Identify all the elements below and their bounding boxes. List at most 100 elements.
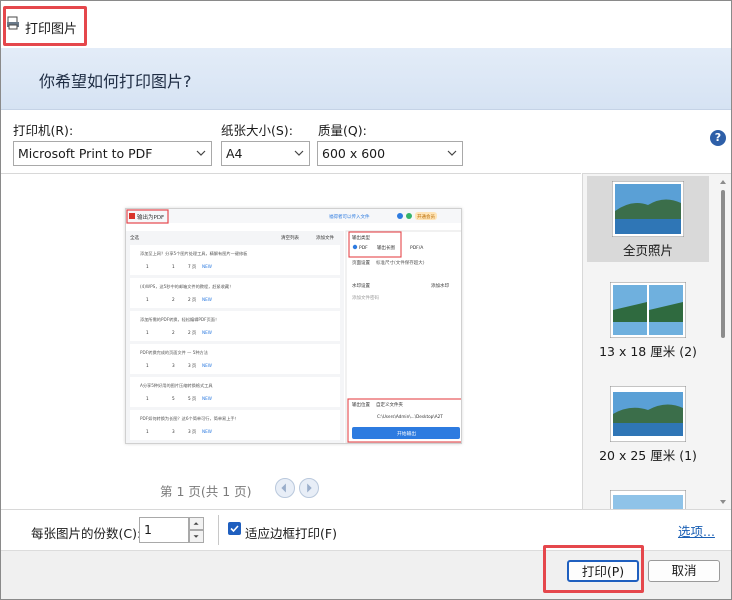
thumb-list-row-p1: 1 [146, 363, 149, 368]
layout-item-13x18[interactable]: 13 x 18 厘米 (2) [587, 281, 709, 368]
thumb-list-row-p1: 1 [146, 396, 149, 401]
prev-page-button[interactable] [275, 478, 295, 498]
scroll-up-icon[interactable] [719, 178, 727, 186]
paper-size-label: 纸张大小(S): [221, 123, 293, 138]
thumb-list-row [130, 344, 340, 374]
thumb-list-row-text: A分享5种好用的图片压缩转换格式工具 [140, 382, 213, 389]
thumb-list-row-p2: 3 [172, 363, 175, 368]
thumb-output-type-label: 输出类型 [352, 234, 370, 241]
thumb-list-row-text: (4)WPS，这5秒中的邮箱文件的教程，赶紧收藏！ [140, 283, 233, 290]
next-page-button[interactable] [299, 478, 319, 498]
paper-size-value: A4 [226, 146, 243, 161]
thumb-list-row-tag: NEW [202, 396, 212, 401]
page-title: 你希望如何打印图片? [39, 72, 192, 91]
layout-label-20x25: 20 x 25 厘米 (1) [599, 448, 697, 463]
thumb-encrypt-label: 添加文件密码 [352, 294, 379, 301]
thumb-list-row [130, 311, 340, 341]
fit-frame-checkbox[interactable] [228, 522, 241, 535]
chevron-down-icon [294, 150, 304, 156]
thumb-list-row-tag: NEW [202, 264, 212, 269]
thumb-watermark-value: 添加水印 [431, 282, 449, 289]
thumb-list-row-p1: 1 [146, 429, 149, 434]
title-highlight-box [3, 6, 87, 46]
layout-item-more[interactable] [587, 489, 709, 509]
sidebar-scrollbar[interactable] [721, 190, 725, 338]
thumb-output-dir-value: 自定义文件夹 [376, 401, 403, 408]
thumb-start-button: 开始输出 [397, 430, 416, 437]
thumb-list-row-p2: 2 [172, 297, 175, 302]
paper-size-select[interactable]: A4 [221, 141, 310, 166]
help-icon[interactable]: ? [710, 130, 726, 146]
cancel-button[interactable]: 取消 [648, 560, 720, 582]
copies-increment[interactable] [189, 517, 204, 530]
thumb-watermark-label: 水印设置 [352, 282, 370, 289]
thumb-list-row-p1: 1 [146, 297, 149, 302]
thumb-list-row-p2: 1 [172, 264, 175, 269]
copies-input[interactable]: 1 [139, 517, 189, 543]
quality-select[interactable]: 600 x 600 [317, 141, 463, 166]
thumb-list-row-p1: 1 [146, 330, 149, 335]
thumb-list-row-tag: NEW [202, 429, 212, 434]
spin-up-icon [193, 522, 199, 525]
arrow-right-icon [307, 483, 312, 493]
chevron-down-icon [196, 150, 206, 156]
thumb-app-title: 输出为PDF [137, 213, 164, 221]
title-bar: 打印图片 [0, 0, 732, 48]
thumb-top-badge: 开通会员 [417, 213, 435, 220]
thumb-list-row-tag: NEW [202, 297, 212, 302]
thumb-list-row-p2: 3 [172, 429, 175, 434]
printer-value: Microsoft Print to PDF [18, 146, 153, 161]
thumb-radio-pdf: PDF [359, 245, 368, 251]
print-highlight-box [543, 545, 644, 593]
thumb-radio-pdfa: PDF/A [410, 245, 424, 251]
copies-label: 每张图片的份数(C): [31, 526, 142, 541]
thumb-list-row-tag: NEW [202, 330, 212, 335]
layout-item-full-page[interactable]: 全页照片 [587, 176, 709, 262]
fit-frame-label[interactable]: 适应边框打印(F) [245, 523, 337, 542]
thumb-output-path: C:\Users\Admin\...\Desktop\A2T [377, 414, 443, 419]
thumb-list-row-text: 添加所需的PDF转换，轻松编辑PDF页面！ [140, 316, 219, 323]
thumb-list-row-p2: 5 [172, 396, 175, 401]
thumb-clear-list: 清空列表 [281, 234, 299, 241]
thumb-page-setting-label: 页面设置 [352, 259, 370, 266]
checkmark-icon [230, 525, 239, 533]
thumb-list-row [130, 377, 340, 407]
thumb-top-link: 福得者可以传入文件 [329, 213, 370, 220]
thumb-list-row-p2: 2 [172, 330, 175, 335]
thumb-list-row-p1: 1 [146, 264, 149, 269]
preview-screenshot: 输出为PDF 福得者可以传入文件 开通会员 全选 清空列表 添加文件 添加至上网… [126, 209, 461, 443]
spin-down-icon [193, 535, 199, 538]
thumb-add-file: 添加文件 [316, 234, 334, 241]
thumb-page-setting-value: 标准尺寸(文件保存超大) [376, 259, 425, 266]
quality-label: 质量(Q): [318, 123, 367, 138]
layout-label-13x18: 13 x 18 厘米 (2) [599, 344, 697, 359]
pager-text: 第 1 页(共 1 页) [160, 484, 252, 499]
thumb-radio-image: 输出长图 [377, 244, 395, 251]
landscape-photo-icon [611, 180, 685, 238]
layout-item-20x25[interactable]: 20 x 25 厘米 (1) [587, 385, 709, 472]
bottom-divider [218, 515, 219, 545]
thumb-list-row [130, 410, 340, 440]
thumb-list-row-text: PDF如何转换为长图？这6个简单可行，简单易上手！ [140, 415, 239, 422]
thumb-list-row [130, 245, 340, 275]
thumb-list-row-tag: NEW [202, 363, 212, 368]
thumb-list-row [130, 278, 340, 308]
arrow-left-icon [281, 483, 286, 493]
chevron-down-icon [447, 150, 457, 156]
layout-label-full-page: 全页照片 [622, 243, 673, 258]
page-preview: 输出为PDF 福得者可以传入文件 开通会员 全选 清空列表 添加文件 添加至上网… [125, 208, 462, 444]
thumb-output-dir-label: 输出位置 [352, 401, 370, 408]
two-photos-icon [609, 281, 687, 339]
copies-decrement[interactable] [189, 530, 204, 543]
thumb-all-label: 全选 [130, 234, 139, 241]
layout-sidebar: 全页照片 13 x 18 厘米 (2) 20 x 25 厘米 (1) [582, 173, 731, 509]
header-band: 你希望如何打印图片? [1, 48, 731, 110]
quality-value: 600 x 600 [322, 146, 386, 161]
scroll-down-icon[interactable] [719, 498, 727, 506]
photo-layout-icon [609, 489, 687, 509]
thumb-list-row-text: PDF转换完成的页面文件 — 5种方法 [140, 349, 208, 356]
printer-label: 打印机(R): [13, 123, 74, 138]
options-link[interactable]: 选项... [678, 521, 715, 540]
printer-select[interactable]: Microsoft Print to PDF [13, 141, 212, 166]
thumb-list-row-text: 添加至上网？分享5个图片处理工具，精解有图片一键修板 [140, 250, 248, 257]
